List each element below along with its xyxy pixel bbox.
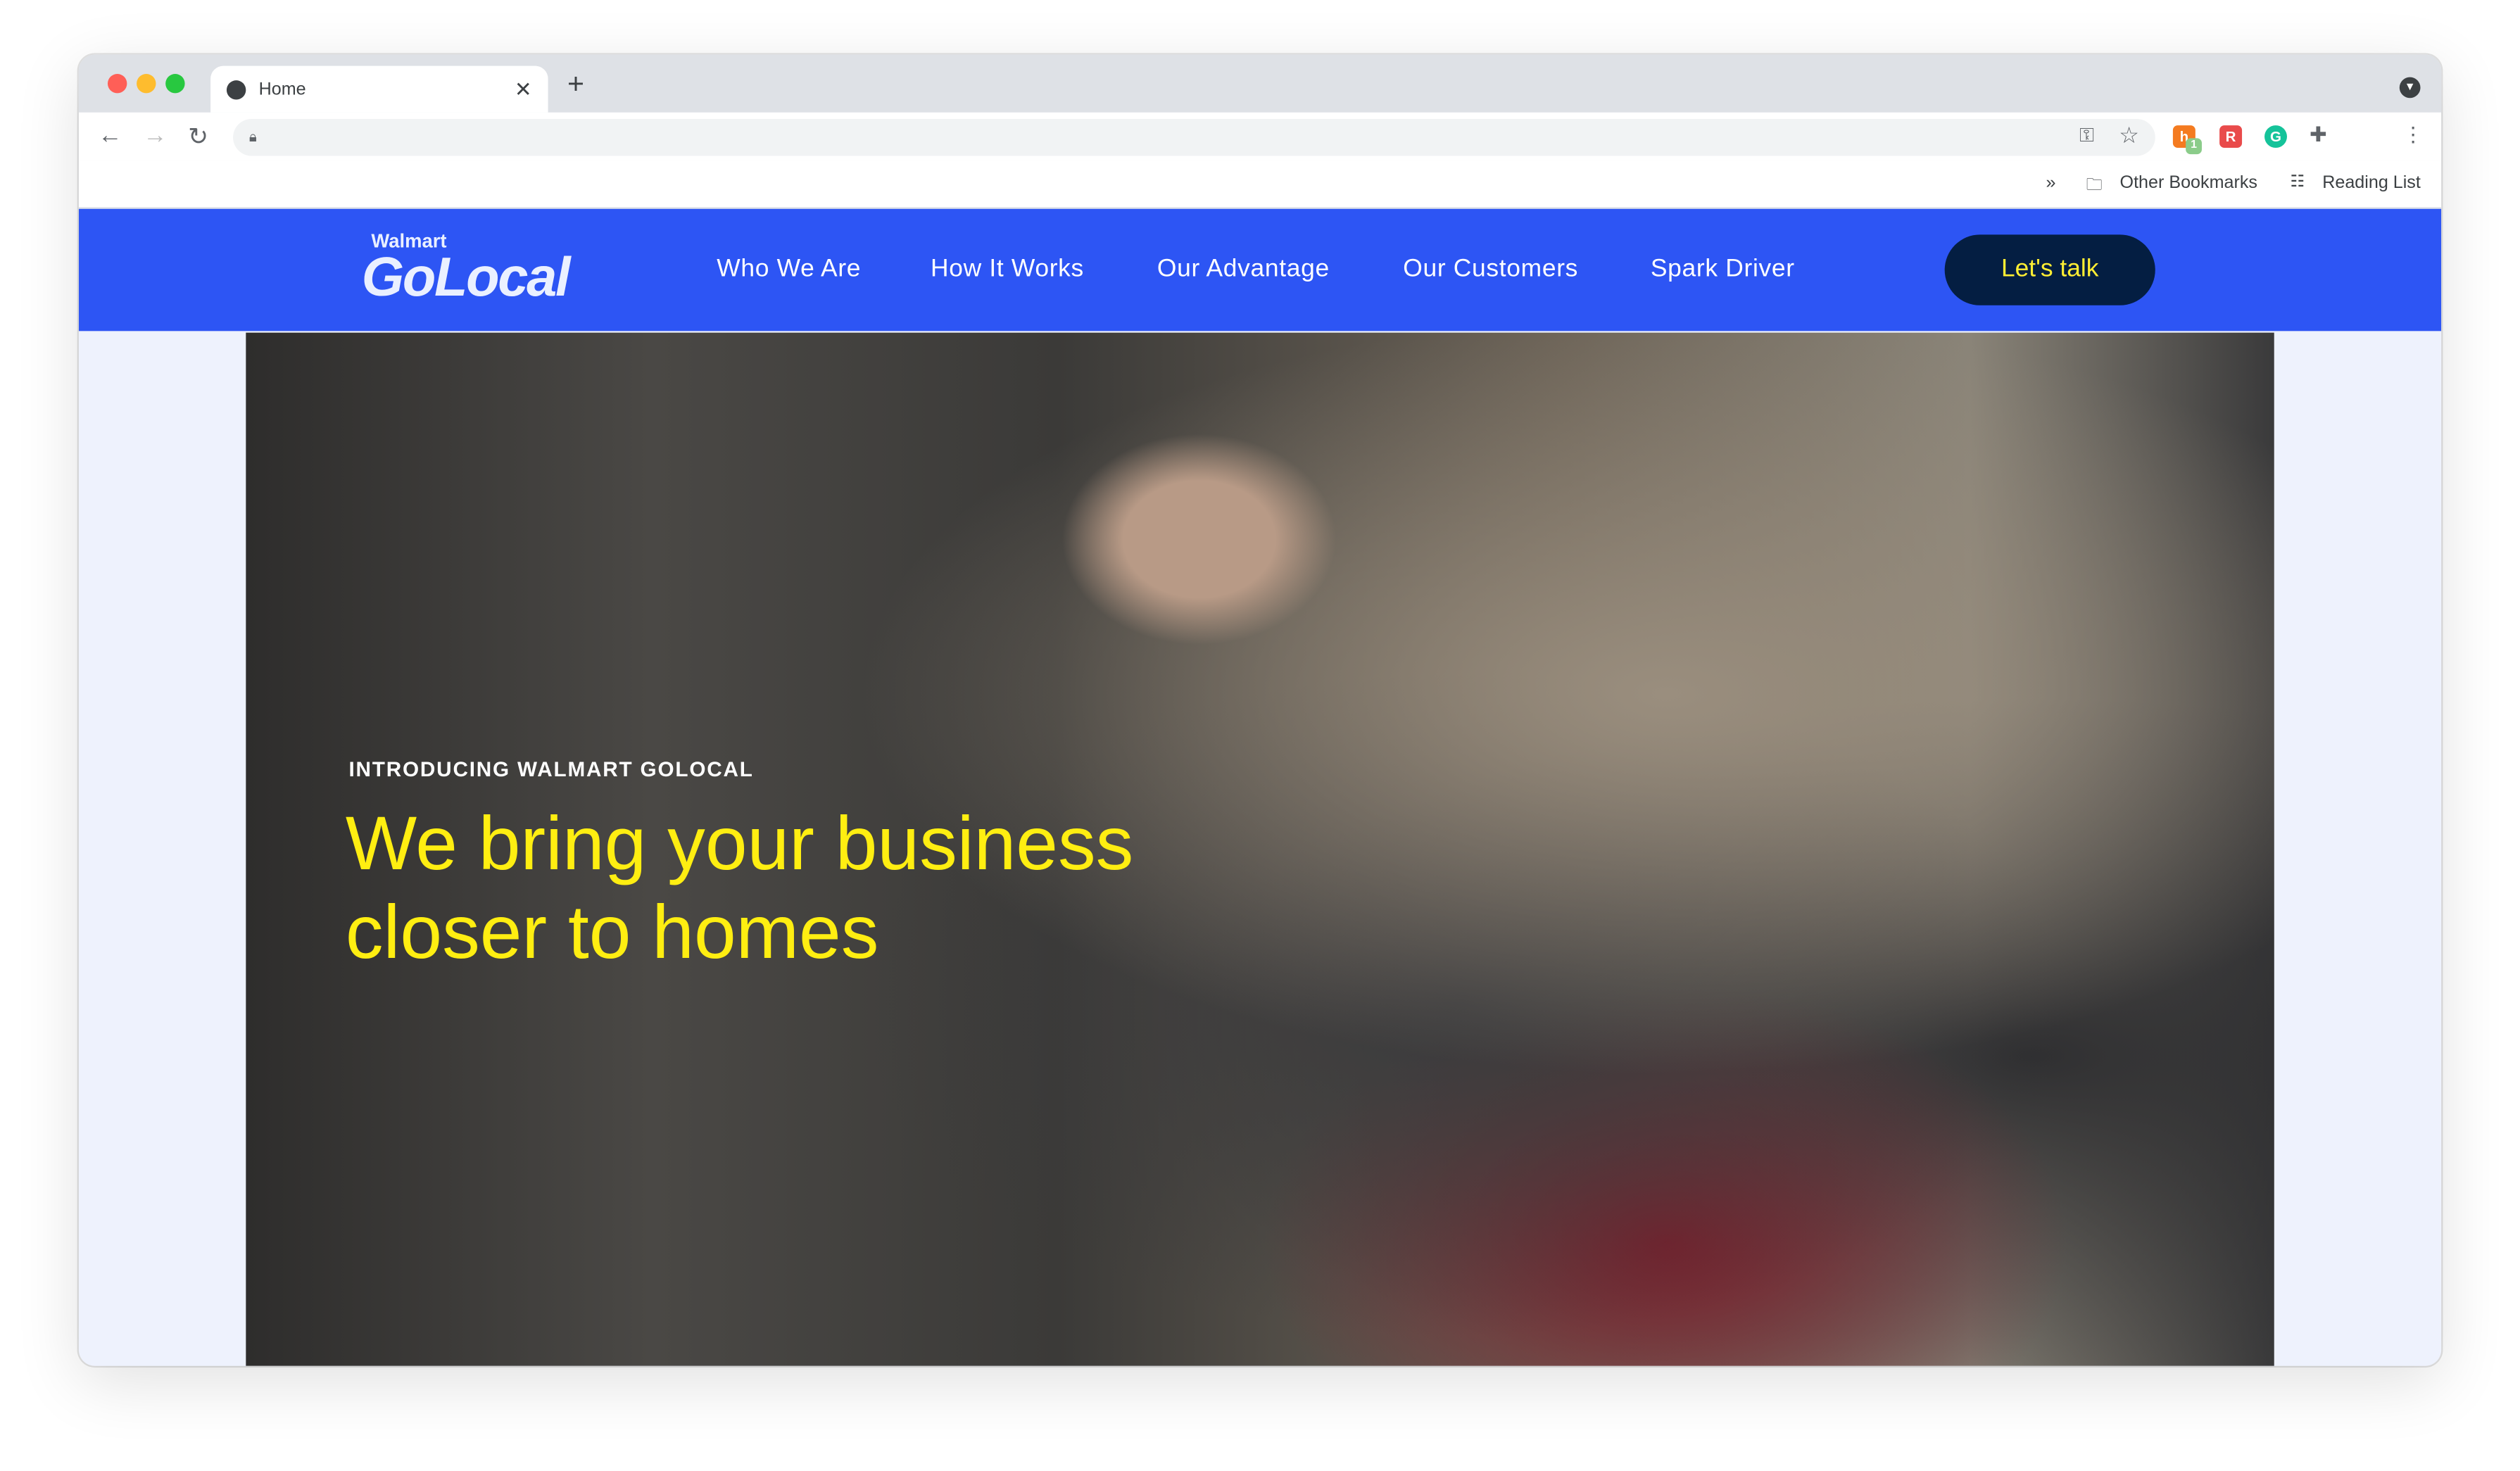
minimize-window-button[interactable] [137, 74, 156, 94]
toolbar: ← → ↻ 🔒︎ ⚿ ☆ h 1 R G ✚ ⋮ [78, 112, 2442, 161]
tab-home[interactable]: Home ✕ [210, 65, 548, 113]
logo-golocal: GoLocal [361, 247, 571, 309]
tab-search-icon[interactable]: ▼ [2399, 77, 2421, 99]
reading-list-icon: ☷ [2290, 173, 2305, 191]
lock-icon: 🔒︎ [248, 128, 257, 145]
bookmark-star-icon[interactable]: ☆ [2119, 122, 2139, 150]
other-bookmarks[interactable]: Other Bookmarks [2120, 174, 2257, 193]
extension-badge: 1 [2186, 138, 2202, 155]
bookmarks-bar: » 🗀 Other Bookmarks ☷ Reading List [78, 160, 2442, 209]
nav-our-customers[interactable]: Our Customers [1403, 255, 1578, 284]
new-tab-button[interactable]: + [567, 68, 584, 101]
tab-title: Home [258, 80, 306, 99]
globe-icon [226, 80, 246, 99]
maximize-window-button[interactable] [165, 74, 185, 94]
extensions-puzzle-icon[interactable]: ✚ [2310, 122, 2327, 149]
address-bar[interactable]: 🔒︎ ⚿ ☆ [233, 118, 2155, 156]
nav-our-advantage[interactable]: Our Advantage [1157, 255, 1330, 284]
nav-spark-driver[interactable]: Spark Driver [1651, 255, 1795, 284]
hero-headline: We bring your business closer to homes [345, 800, 1134, 974]
close-window-button[interactable] [107, 74, 127, 94]
bookmarks-overflow[interactable]: » [2046, 174, 2056, 193]
grammarly-extension-icon[interactable]: G [2264, 125, 2287, 149]
reading-list[interactable]: Reading List [2322, 174, 2421, 193]
hero-image: INTRODUCING WALMART GOLOCAL We bring you… [246, 332, 2274, 1366]
menu-kebab-icon[interactable]: ⋮ [2402, 122, 2424, 149]
rakuten-extension-icon[interactable]: R [2219, 125, 2243, 149]
key-icon[interactable]: ⚿ [2079, 124, 2094, 148]
site-header: Walmart GoLocal Who We Are How It Works … [78, 208, 2442, 332]
forward-icon[interactable]: → [143, 122, 167, 150]
browser-window: Home ✕ + ▼ ← → ↻ 🔒︎ ⚿ ☆ h 1 R G ✚ ⋮ » 🗀 … [78, 54, 2442, 1366]
nav-how-it-works[interactable]: How It Works [931, 255, 1084, 284]
lets-talk-button[interactable]: Let's talk [1944, 234, 2155, 305]
back-icon[interactable]: ← [98, 122, 122, 150]
nav-who-we-are[interactable]: Who We Are [717, 255, 861, 284]
close-tab-icon[interactable]: ✕ [515, 76, 532, 102]
hero-eyebrow: INTRODUCING WALMART GOLOCAL [348, 757, 754, 781]
tab-bar: Home ✕ + ▼ [78, 54, 2442, 113]
folder-icon: 🗀 [2086, 177, 2103, 195]
reload-icon[interactable]: ↻ [188, 122, 208, 151]
